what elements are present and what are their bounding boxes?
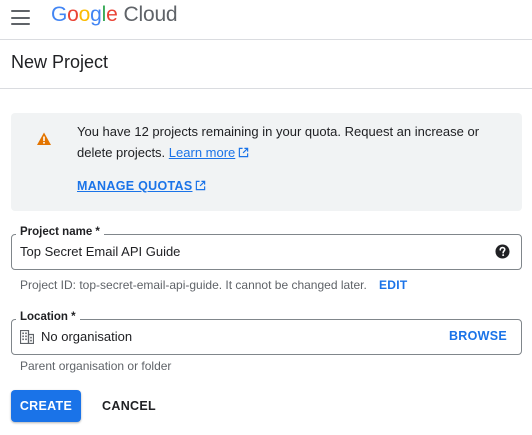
notice-message: You have 12 projects remaining in your q… — [77, 121, 497, 163]
cancel-button[interactable]: CANCEL — [96, 390, 162, 422]
location-label: Location * — [16, 311, 80, 323]
warning-icon — [37, 132, 51, 145]
manage-quotas-link[interactable]: MANAGE QUOTAS — [77, 179, 206, 193]
logo-cloud-text: Cloud — [123, 3, 178, 26]
notice-text: You have 12 projects remaining in your q… — [77, 124, 480, 160]
external-link-icon — [196, 180, 206, 191]
location-value: No organisation — [41, 329, 133, 344]
project-name-field[interactable]: Project name * Top Secret Email API Guid… — [11, 226, 522, 270]
learn-more-link[interactable]: Learn more — [169, 145, 249, 160]
google-cloud-logo[interactable]: Google Cloud — [51, 3, 178, 27]
menu-icon[interactable] — [11, 10, 30, 25]
learn-more-label: Learn more — [168, 145, 236, 160]
top-bar: Google Cloud — [0, 0, 532, 38]
title-divider — [0, 88, 532, 89]
location-hint: Parent organisation or folder — [20, 359, 172, 373]
header-divider — [0, 39, 532, 40]
project-name-input[interactable]: Top Secret Email API Guide — [20, 244, 180, 259]
page-title: New Project — [11, 52, 109, 72]
external-link-icon — [239, 147, 249, 158]
create-button[interactable]: CREATE — [11, 390, 81, 422]
browse-button[interactable]: BROWSE — [449, 329, 507, 343]
location-field[interactable]: Location * No organisation BROWSE — [11, 311, 522, 355]
edit-project-id-button[interactable]: EDIT — [379, 278, 408, 292]
help-circle-icon[interactable] — [495, 244, 510, 259]
manage-quotas-label: MANAGE QUOTAS — [77, 179, 193, 193]
project-name-label: Project name * — [16, 226, 104, 238]
quota-notice: You have 12 projects remaining in your q… — [11, 113, 522, 211]
project-id-text: Project ID: top-secret-email-api-guide. … — [20, 278, 367, 292]
building-icon — [20, 330, 34, 344]
